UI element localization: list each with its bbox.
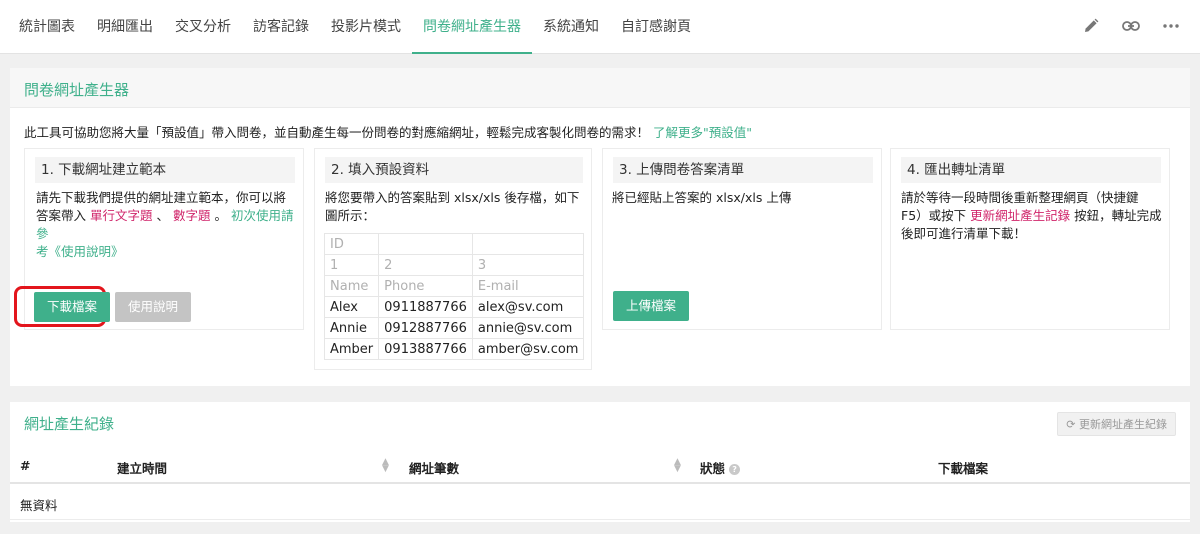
- learn-more-link[interactable]: 了解更多"預設值": [653, 125, 752, 140]
- tab-detail-export[interactable]: 明細匯出: [86, 0, 164, 54]
- question-type-single-text: 單行文字題: [90, 208, 153, 223]
- step1-title: 1. 下載網址建立範本: [35, 157, 295, 183]
- col-created-time[interactable]: 建立時間: [117, 458, 167, 477]
- record-title: 網址產生紀錄: [24, 415, 115, 433]
- tab-custom-thanks-page[interactable]: 自訂感謝頁: [610, 0, 702, 54]
- step3-text: 將已經貼上答案的 xlsx/xls 上傳: [612, 190, 792, 205]
- refresh-icon: ⟳: [1066, 418, 1076, 431]
- tab-list: 統計圖表 明細匯出 交叉分析 訪客記錄 投影片模式 問卷網址產生器 系統通知 自…: [8, 0, 702, 54]
- tab-visitor-log[interactable]: 訪客記錄: [242, 0, 320, 54]
- sort-icon[interactable]: ▲ ▼: [674, 458, 681, 474]
- table-row: Name Phone E-mail: [323, 275, 585, 297]
- url-generator-panel: 問卷網址產生器 此工具可協助您將大量「預設值」帶入問卷，並自動產生每一份問卷的對…: [10, 68, 1190, 386]
- empty-text: 無資料: [20, 498, 58, 513]
- guide-link-cont[interactable]: 考《使用說明》: [36, 243, 303, 261]
- record-table-header: # 建立時間 ▲ ▼ 網址筆數 ▲ ▼ 狀態? 下載檔案: [10, 450, 1190, 484]
- question-type-number: 數字題: [173, 208, 211, 223]
- tab-system-notice[interactable]: 系統通知: [532, 0, 610, 54]
- panel-header: 問卷網址產生器: [10, 68, 1190, 108]
- table-row: Amber 0913887766 amber@sv.com: [323, 338, 585, 360]
- top-actions: [1082, 16, 1180, 36]
- table-row: 無資料: [10, 486, 1190, 520]
- step1-text: 請先下載我們提供的網址建立範本，你可以將 答案帶入 單行文字題 、 數字題 。 …: [36, 189, 303, 261]
- top-nav-bar: 統計圖表 明細匯出 交叉分析 訪客記錄 投影片模式 問卷網址產生器 系統通知 自…: [0, 0, 1200, 54]
- col-download: 下載檔案: [938, 461, 989, 476]
- step2-card: 2. 填入預設資料 將您要帶入的答案貼到 xlsx/xls 後存檔，如下 圖所示…: [314, 148, 592, 370]
- tab-statistics-chart[interactable]: 統計圖表: [8, 0, 86, 54]
- step2-text: 將您要帶入的答案貼到 xlsx/xls 後存檔，如下 圖所示：: [325, 190, 580, 223]
- sample-table: ID 1 2 3 Name Phone E-mail Alex 09118877…: [323, 233, 585, 360]
- panel-title: 問卷網址產生器: [24, 81, 130, 99]
- step4-title: 4. 匯出轉址清單: [901, 157, 1161, 183]
- help-icon[interactable]: ?: [729, 464, 741, 475]
- col-status: 狀態?: [700, 458, 741, 477]
- sort-icon[interactable]: ▲ ▼: [382, 458, 389, 474]
- col-url-count[interactable]: 網址筆數: [409, 458, 459, 477]
- upload-file-button[interactable]: 上傳檔案: [613, 291, 690, 321]
- tab-cross-analysis[interactable]: 交叉分析: [164, 0, 242, 54]
- url-record-panel: 網址產生紀錄 ⟳ 更新網址產生紀錄 # 建立時間 ▲ ▼ 網址筆數 ▲ ▼ 狀態? …: [10, 402, 1190, 522]
- step4-card: 4. 匯出轉址清單 請於等待一段時間後重新整理網頁（快捷鍵 F5）或按下 更新網…: [890, 148, 1170, 330]
- refresh-record-button[interactable]: ⟳ 更新網址產生紀錄: [1057, 412, 1176, 436]
- link-icon[interactable]: [1122, 16, 1140, 36]
- table-row: 1 2 3: [323, 254, 585, 276]
- table-row: Alex 0911887766 alex@sv.com: [323, 296, 585, 318]
- col-index: #: [20, 458, 31, 473]
- download-file-button[interactable]: 下載檔案: [34, 292, 111, 322]
- tab-url-generator[interactable]: 問卷網址產生器: [412, 0, 532, 54]
- intro-text: 此工具可協助您將大量「預設值」帶入問卷，並自動產生每一份問卷的對應縮網址，輕鬆完…: [24, 125, 752, 140]
- more-icon[interactable]: [1162, 16, 1180, 36]
- refresh-record-link[interactable]: 更新網址產生記錄: [970, 208, 1070, 223]
- table-row: Annie 0912887766 annie@sv.com: [323, 317, 585, 339]
- usage-guide-button[interactable]: 使用說明: [115, 292, 192, 322]
- step2-title: 2. 填入預設資料: [325, 157, 583, 183]
- step3-card: 3. 上傳問卷答案清單 將已經貼上答案的 xlsx/xls 上傳 上傳檔案: [602, 148, 882, 330]
- table-row: ID: [323, 233, 585, 255]
- step3-title: 3. 上傳問卷答案清單: [613, 157, 873, 183]
- step4-text: 請於等待一段時間後重新整理網頁（快捷鍵 F5）或按下 更新網址產生記錄 按鈕，轉…: [901, 190, 1162, 241]
- tab-slideshow-mode[interactable]: 投影片模式: [320, 0, 412, 54]
- pencil-icon[interactable]: [1082, 16, 1100, 36]
